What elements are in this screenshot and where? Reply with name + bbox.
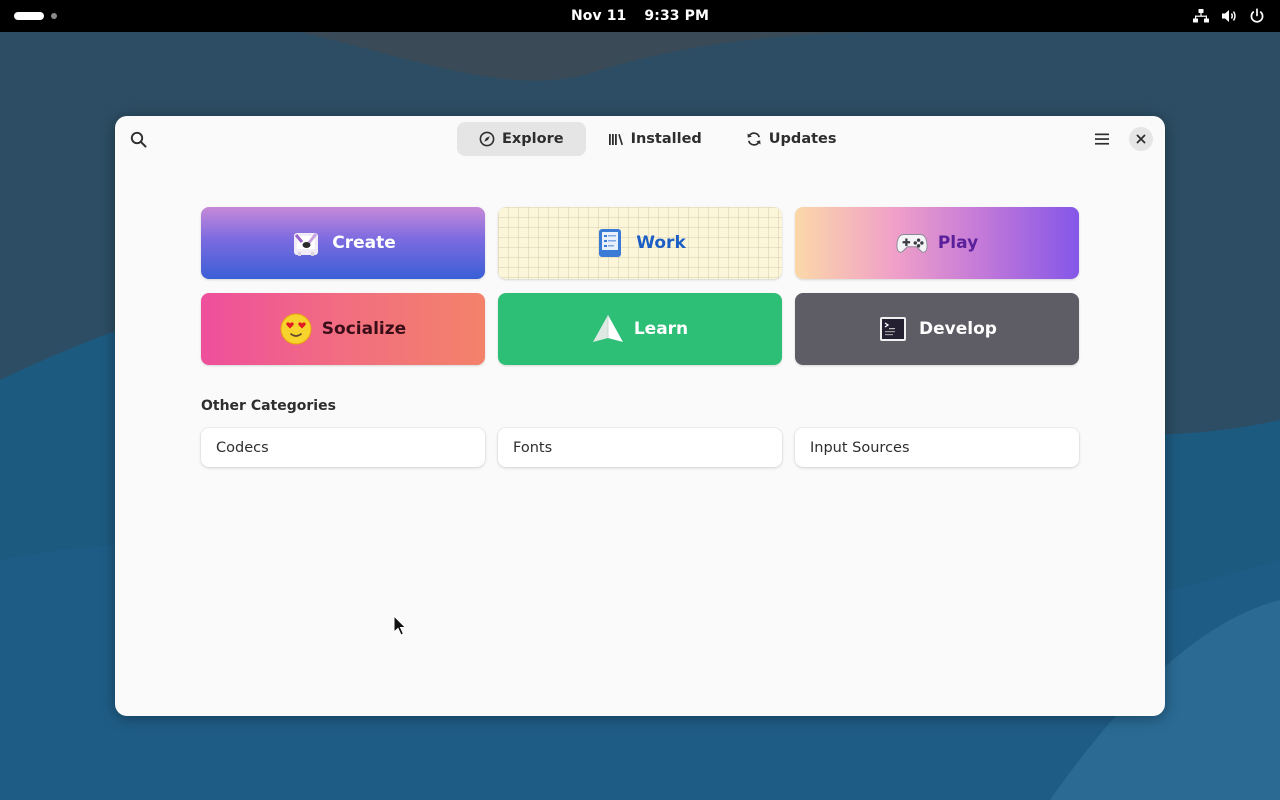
gamepad-icon [896,227,928,259]
category-work-label: Work [636,233,686,253]
category-socialize-label: Socialize [321,319,407,339]
clock-time: 9:33 PM [644,8,709,24]
tab-explore-label: Explore [502,131,564,147]
clock[interactable]: Nov 11 9:33 PM [0,0,1280,32]
close-button[interactable] [1129,127,1153,151]
tab-installed-label: Installed [630,131,702,147]
power-icon [1248,7,1266,25]
paper-plane-icon [592,313,624,345]
main-menu-button[interactable] [1085,122,1119,156]
category-work[interactable]: Work [498,207,782,279]
category-play[interactable]: Play [795,207,1079,279]
view-switcher: Explore Installed Updates [457,122,859,156]
category-create[interactable]: Create [201,207,485,279]
category-grid: Create Work Play Socialize Learn Develop [201,207,1079,365]
category-create-label: Create [332,233,396,253]
hamburger-menu-icon [1095,133,1109,145]
other-category-codecs[interactable]: Codecs [201,428,485,467]
other-category-input-sources[interactable]: Input Sources [795,428,1079,467]
header-bar: Explore Installed Updates [115,116,1165,162]
tab-installed[interactable]: Installed [586,122,724,156]
clock-date: Nov 11 [570,8,627,24]
tab-explore[interactable]: Explore [457,122,586,156]
work-icon [594,227,626,259]
search-button[interactable] [121,122,155,156]
category-learn-label: Learn [633,319,689,339]
mouse-cursor-icon [393,615,407,636]
volume-icon [1220,7,1238,25]
other-category-fonts[interactable]: Fonts [498,428,782,467]
terminal-icon [877,313,909,345]
other-categories-list: Codecs Fonts Input Sources [201,428,1079,467]
category-develop-label: Develop [919,319,997,339]
network-wired-icon [1192,7,1210,25]
refresh-icon [747,132,761,146]
compass-icon [479,131,495,147]
category-socialize[interactable]: Socialize [201,293,485,365]
category-learn[interactable]: Learn [498,293,782,365]
system-tray[interactable] [1192,7,1266,25]
library-icon [608,134,623,146]
create-icon [290,227,322,259]
category-play-label: Play [937,233,979,253]
search-icon [130,131,146,147]
heart-eyes-icon [280,313,312,345]
tab-updates-label: Updates [768,131,837,147]
close-icon [1136,134,1146,144]
other-categories-heading: Other Categories [201,398,336,414]
top-bar: Nov 11 9:33 PM [0,0,1280,32]
category-develop[interactable]: Develop [795,293,1079,365]
software-window: Explore Installed Updates Create Work Pl… [115,116,1165,716]
tab-updates[interactable]: Updates [724,122,859,156]
